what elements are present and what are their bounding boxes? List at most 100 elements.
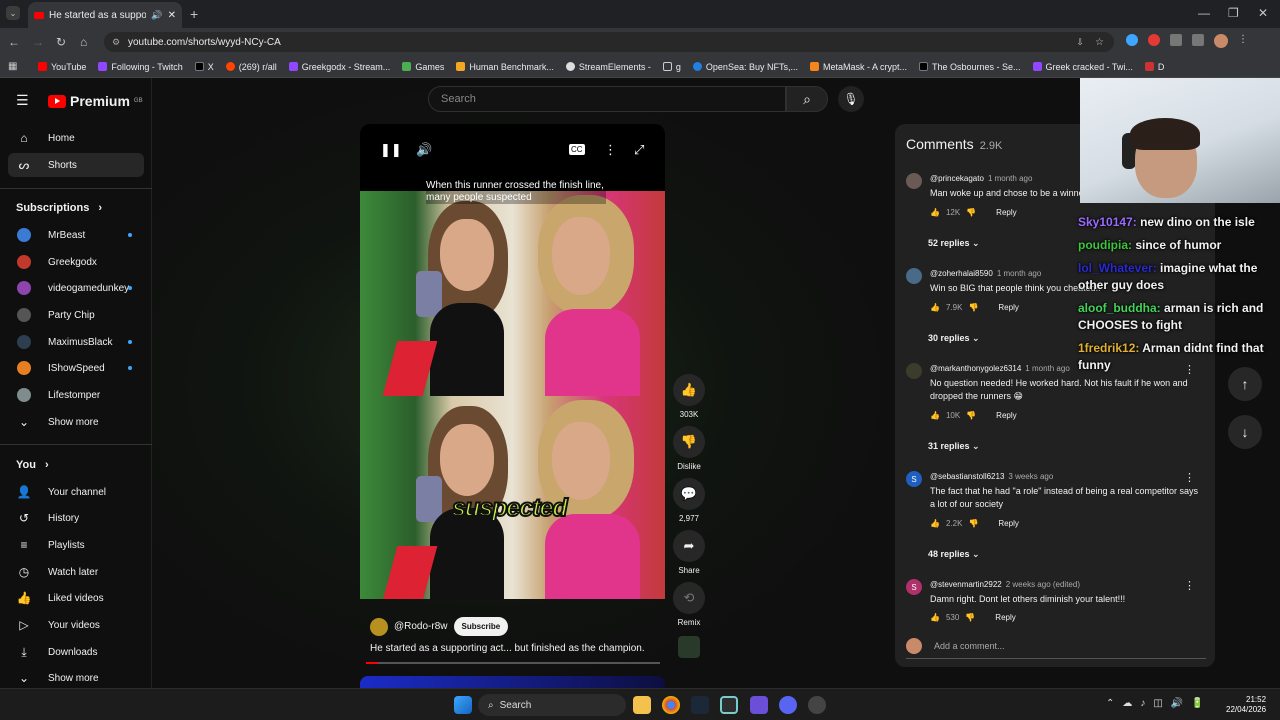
browser-tab[interactable]: He started as a supporting 🔊 ✕ [28, 2, 182, 28]
next-short-preview[interactable] [360, 676, 665, 688]
thumbs-down-icon[interactable]: 👎 [966, 411, 976, 420]
comment-author[interactable]: @markanthonygolez6314 [930, 364, 1021, 373]
voice-search-button[interactable]: 🎙 [838, 86, 864, 112]
next-short-button[interactable]: ↓ [1228, 415, 1262, 449]
youtube-logo[interactable]: Premium GB [48, 93, 143, 109]
video-description[interactable]: He started as a supporting act... but fi… [370, 643, 645, 654]
comment-time[interactable]: 3 weeks ago [1008, 472, 1053, 481]
address-bar[interactable]: ⚙ youtube.com/shorts/wyyd-NCy-CA ☆ ⇩ [104, 32, 1114, 52]
reply-button[interactable]: Reply [995, 613, 1015, 622]
minimize-icon[interactable]: — [1198, 6, 1210, 20]
sidebar-item-your-channel[interactable]: 👤 Your channel [8, 480, 144, 504]
bookmark-item[interactable]: OpenSea: Buy NFTs,... [692, 62, 798, 72]
forward-icon[interactable]: → [32, 35, 44, 49]
app-icon[interactable] [720, 696, 738, 714]
subscriptions-heading[interactable]: Subscriptions › [16, 202, 102, 214]
extension-icon[interactable] [1148, 34, 1160, 46]
replies-toggle[interactable]: 31 replies ⌄ [928, 441, 980, 452]
volume-icon[interactable]: 🔊 [416, 142, 432, 158]
sidebar-item-playlists[interactable]: ≡ Playlists [8, 533, 144, 557]
bookmark-item[interactable]: D [1144, 62, 1164, 72]
thumbs-up-icon[interactable]: 👍 [930, 208, 940, 217]
you-heading[interactable]: You › [16, 459, 49, 471]
back-icon[interactable]: ← [8, 35, 20, 49]
thumbs-up-icon[interactable]: 👍 [930, 519, 940, 528]
install-icon[interactable]: ⇩ [1076, 37, 1084, 48]
apps-grid-icon[interactable]: ▦ [8, 61, 17, 72]
subscribe-button[interactable]: Subscribe [453, 617, 509, 636]
bookmark-item[interactable]: (269) r/all [225, 62, 277, 72]
thumbs-down-icon[interactable]: 👎 [968, 519, 978, 528]
reload-icon[interactable]: ↻ [56, 35, 66, 49]
search-button[interactable]: ⌕ [786, 86, 828, 112]
avatar[interactable]: S [906, 471, 922, 487]
avatar[interactable] [906, 363, 922, 379]
tab-search-icon[interactable]: ⌄ [6, 6, 20, 20]
profile-avatar[interactable] [1214, 34, 1228, 48]
add-comment-input[interactable]: Add a comment... [906, 638, 1206, 659]
bookmark-item[interactable]: Greekgodx - Stream... [288, 62, 390, 72]
sidebar-item-subscription[interactable]: IShowSpeed [8, 356, 144, 380]
thumbs-up-icon[interactable]: 👍 [930, 613, 940, 622]
shorts-video-player[interactable]: ❚❚ 🔊 CC ⋮ ⤢ When this runner crossed the… [360, 124, 665, 599]
sidebar-item-downloads[interactable]: ⤓ Downloads [8, 640, 144, 664]
sidebar-item-watch-later[interactable]: ◷ Watch later [8, 560, 144, 584]
taskbar-search[interactable]: ⌕ Search [478, 694, 626, 716]
search-input[interactable]: Search [428, 86, 786, 112]
reply-button[interactable]: Reply [998, 303, 1018, 312]
extensions-puzzle-icon[interactable] [1170, 34, 1182, 46]
reply-button[interactable]: Reply [996, 411, 1016, 420]
sidebar-item-subscription[interactable]: MrBeast [8, 223, 144, 247]
reply-button[interactable]: Reply [996, 208, 1016, 217]
file-explorer-icon[interactable] [633, 696, 651, 714]
bookmark-folder[interactable]: g [662, 62, 681, 72]
thumbs-down-icon[interactable]: 👎 [966, 208, 976, 217]
bookmark-item[interactable]: Following - Twitch [98, 62, 183, 72]
comment-author[interactable]: @princekagato [930, 174, 984, 183]
share-button[interactable]: ➦ Share [672, 530, 706, 575]
sidebar-item-history[interactable]: ↺ History [8, 506, 144, 530]
reading-list-icon[interactable] [1192, 34, 1204, 46]
extension-icon[interactable] [1126, 34, 1138, 46]
thumbs-up-icon[interactable]: 👍 [930, 303, 940, 312]
fullscreen-icon[interactable]: ⤢ [634, 142, 644, 158]
comment-author[interactable]: @stevenmartin2922 [930, 580, 1002, 589]
hamburger-menu-icon[interactable]: ☰ [16, 92, 29, 109]
speaker-icon[interactable]: 🔊 [151, 10, 162, 21]
avatar[interactable]: S [906, 579, 922, 595]
bookmark-item[interactable]: X [194, 62, 214, 72]
video-progress-bar[interactable] [366, 662, 660, 664]
thumbs-down-icon[interactable]: 👎 [968, 303, 978, 312]
sidebar-item-subscription[interactable]: Lifestomper [8, 383, 144, 407]
comment-author[interactable]: @zoherhalai8590 [930, 269, 993, 278]
system-clock[interactable]: 21:52 22/04/2026 [1226, 695, 1266, 715]
steam-icon[interactable] [691, 696, 709, 714]
comment-time[interactable]: 1 month ago [988, 174, 1032, 183]
dislike-button[interactable]: 👎 Dislike [672, 426, 706, 471]
bookmark-item[interactable]: Greek cracked - Twi... [1032, 62, 1133, 72]
channel-avatar[interactable] [370, 617, 388, 636]
like-button[interactable]: 👍 303K [672, 374, 706, 419]
close-tab-icon[interactable]: ✕ [168, 10, 176, 21]
pause-icon[interactable]: ❚❚ [380, 142, 402, 158]
sidebar-item-your-videos[interactable]: ▷ Your videos [8, 613, 144, 637]
tray-icons[interactable]: ⌃☁♪◫🔊🔋 [1106, 698, 1212, 709]
comment-menu-icon[interactable]: ⋮ [1184, 471, 1195, 484]
comment-author[interactable]: @sebastianstoll6213 [930, 472, 1004, 481]
home-icon[interactable]: ⌂ [80, 35, 87, 49]
app-icon[interactable] [808, 696, 826, 714]
thumbs-up-icon[interactable]: 👍 [930, 411, 940, 420]
comment-time[interactable]: 1 month ago [997, 269, 1041, 278]
bookmark-item[interactable]: StreamElements - [565, 62, 651, 72]
reply-button[interactable]: Reply [998, 519, 1018, 528]
sidebar-show-more[interactable]: ⌄ Show more [8, 410, 144, 434]
restore-icon[interactable]: ❐ [1228, 6, 1239, 20]
sidebar-item-liked-videos[interactable]: 👍 Liked videos [8, 586, 144, 610]
sidebar-item-subscription[interactable]: Party Chip [8, 303, 144, 327]
bookmark-item[interactable]: The Osbournes - Se... [919, 62, 1021, 72]
site-info-icon[interactable]: ⚙ [112, 37, 120, 48]
comments-button[interactable]: 💬 2,977 [672, 478, 706, 523]
bookmark-item[interactable]: MetaMask - A crypt... [809, 62, 907, 72]
sidebar-item-shorts[interactable]: ᔕ Shorts [8, 153, 144, 177]
remix-button[interactable]: ⟲ Remix [672, 582, 706, 627]
